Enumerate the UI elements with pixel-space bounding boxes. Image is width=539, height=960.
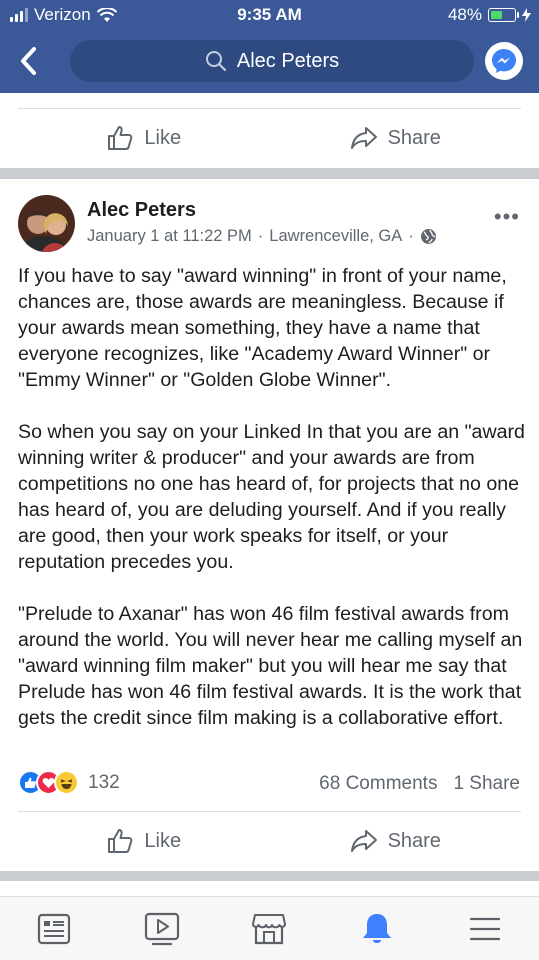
search-text: Alec Peters [236,49,340,72]
post-separator [0,168,539,179]
share-button[interactable]: Share [270,811,522,871]
like-label: Like [144,126,182,149]
reactions-summary[interactable]: 132 [18,770,120,795]
post-options-icon[interactable]: ••• [494,204,520,230]
search-icon [205,51,226,72]
tab-notifications[interactable] [323,897,431,960]
meta-dot: · [408,227,414,245]
share-label: Share [387,126,441,149]
messenger-button[interactable] [485,42,523,80]
comments-count-link[interactable]: 68 Comments [319,773,437,795]
news-feed-icon [37,913,70,944]
tab-watch[interactable] [108,897,216,960]
menu-icon [469,917,501,940]
post-actions: Like Share [18,811,521,871]
watch-icon [144,912,179,945]
marketplace-icon [252,913,287,944]
post-author[interactable]: Alec Peters [87,199,196,222]
previous-post-actions: Like Share [18,108,521,168]
status-bar: Verizon 9:35 AM 48% [0,0,539,30]
like-button[interactable]: Like [18,108,270,168]
shares-count-link[interactable]: 1 Share [453,773,520,795]
post-paragraph: So when you say on your Linked In that y… [18,421,525,573]
like-button[interactable]: Like [18,811,270,871]
thumbs-up-icon [108,829,133,853]
charging-icon [522,8,531,22]
avatar[interactable] [18,195,75,252]
post-paragraph: If you have to say "award winning" in fr… [18,265,507,391]
share-arrow-icon [350,830,377,852]
meta-dot: · [257,227,264,245]
share-label: Share [387,829,441,852]
nav-row: Alec Peters [0,36,539,86]
search-bar[interactable]: Alec Peters [70,40,474,82]
tab-menu[interactable] [431,897,539,960]
messenger-icon [492,49,516,73]
tab-news-feed[interactable] [0,897,108,960]
battery-percent: 48% [447,5,482,24]
battery-icon [488,8,519,22]
top-bar: Verizon 9:35 AM 48% Alec Peters [0,0,539,93]
tab-bar [0,896,539,960]
post-meta: January 1 at 11:22 PM · Lawrenceville, G… [87,227,437,246]
share-button[interactable]: Share [270,108,522,168]
post-separator [0,871,539,881]
back-chevron-icon[interactable] [14,44,44,78]
reaction-count: 132 [88,771,120,793]
like-label: Like [144,829,182,852]
haha-reaction-icon [54,770,79,795]
post-date[interactable]: January 1 at 11:22 PM [87,227,252,246]
thumbs-up-icon [108,126,133,150]
share-arrow-icon [350,127,377,149]
post-location[interactable]: Lawrenceville, GA [269,227,402,246]
engagement-counts: 68 Comments 1 Share [319,773,520,795]
post-paragraph: "Prelude to Axanar" has won 46 film fest… [18,603,523,729]
tab-marketplace[interactable] [216,897,324,960]
notifications-icon [363,913,392,943]
post-body: If you have to say "award winning" in fr… [18,263,528,757]
globe-icon [420,229,436,244]
